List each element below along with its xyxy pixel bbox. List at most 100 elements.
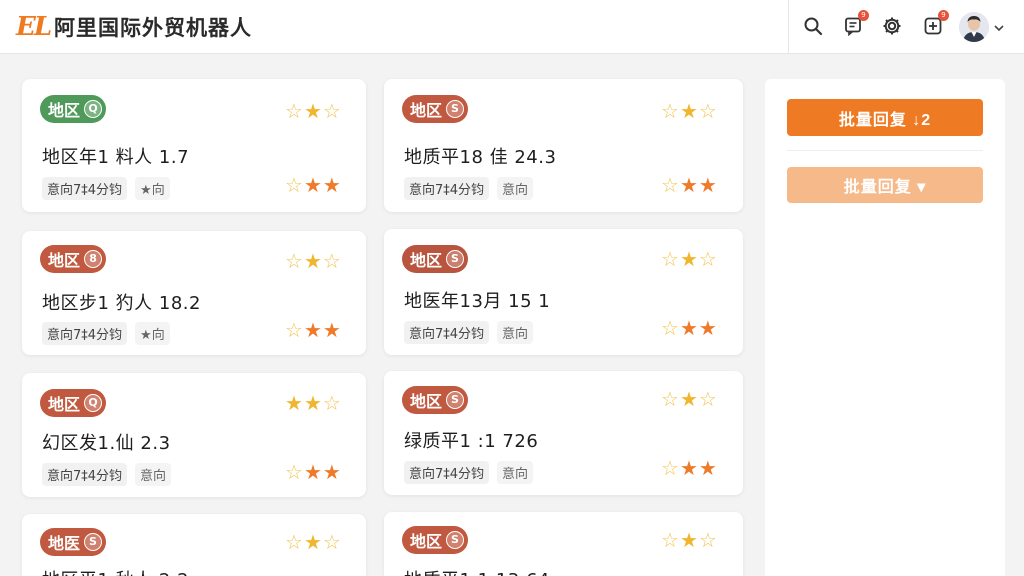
rating-stars-top: ☆ ★ ☆	[661, 389, 717, 409]
batch-reply-button[interactable]: 批量回复 ↓2	[787, 99, 983, 136]
lead-meta: 意向7‡4分钧 意向	[42, 463, 172, 486]
gear-icon[interactable]	[880, 14, 904, 38]
rating-stars-top: ☆ ★ ☆	[661, 530, 717, 550]
star-icon: ★	[679, 173, 698, 197]
star-icon: ★	[679, 316, 698, 340]
star-outline-icon: ☆	[285, 249, 303, 273]
intent-tag: 意向7‡4分钧	[42, 322, 128, 345]
star-outline-icon: ☆	[661, 316, 679, 340]
star-outline-icon: ☆	[285, 173, 303, 197]
intent-sub-tag: 意向	[497, 461, 534, 484]
rating-stars-bottom: ☆ ★ ★	[661, 458, 717, 478]
star-icon: ★	[303, 173, 322, 197]
message-icon[interactable]: 9	[841, 10, 869, 38]
star-icon: ★	[698, 316, 717, 340]
star-outline-icon: ☆	[285, 530, 303, 554]
star-outline-icon: ☆	[661, 456, 679, 480]
lead-meta: 意向7‡4分钧 意向	[404, 461, 534, 484]
add-icon[interactable]: 9	[921, 10, 949, 38]
star-outline-icon: ☆	[285, 318, 303, 342]
region-icon: 8	[84, 250, 103, 268]
region-badge: 地区 S	[402, 386, 469, 414]
header-divider	[788, 0, 789, 54]
lead-title: 地质平1 1 13.64	[404, 566, 550, 576]
lead-card[interactable]: 地区 S ☆ ★ ☆ 地医年13月 15 1 意向7‡4分钧 意向 ☆ ★ ★	[384, 229, 743, 355]
lead-card[interactable]: 地区 S ☆ ★ ☆ 绿质平1 :1 726 意向7‡4分钧 意向 ☆ ★ ★	[384, 371, 743, 495]
rating-stars-bottom: ☆ ★ ★	[285, 320, 341, 340]
region-icon: S	[446, 250, 465, 268]
rating-stars-top: ☆ ★ ☆	[285, 532, 341, 552]
intent-sub-tag: ★向	[135, 322, 170, 345]
star-outline-icon: ☆	[285, 99, 303, 123]
region-icon: S	[446, 391, 465, 409]
star-icon: ★	[322, 173, 341, 197]
region-label: 地区	[410, 101, 443, 120]
star-outline-icon: ☆	[698, 387, 717, 411]
region-icon: Q	[84, 100, 103, 118]
lead-card[interactable]: 地区 S ☆ ★ ☆ 地质平18 佳 24.3 意向7‡4分钧 意向 ☆ ★ ★	[384, 79, 743, 212]
rating-stars-bottom: ☆ ★ ★	[285, 175, 341, 195]
star-outline-icon: ☆	[698, 247, 717, 271]
lead-meta: 意向7‡4分钧 ★向	[42, 177, 170, 200]
lead-title: 幻区发1.仙 2.3	[42, 433, 171, 454]
rating-stars-top: ☆ ★ ☆	[285, 101, 341, 121]
region-label: 地区	[410, 392, 443, 411]
lead-card[interactable]: 地区 Q ☆ ★ ☆ 地区年1 料人 1.7 意向7‡4分钧 ★向 ☆ ★ ★	[22, 79, 366, 212]
rating-stars-top: ☆ ★ ☆	[285, 251, 341, 271]
star-icon: ★	[679, 99, 698, 123]
region-icon: S	[446, 100, 465, 118]
star-outline-icon: ☆	[661, 247, 679, 271]
star-outline-icon: ☆	[285, 460, 303, 484]
rating-stars-top: ★ ★ ☆	[285, 393, 341, 413]
star-icon: ★	[679, 528, 698, 552]
app-logo[interactable]: EL 阿里国际外贸机器人	[16, 12, 252, 42]
region-label: 地医	[48, 534, 81, 553]
star-icon: ★	[698, 456, 717, 480]
star-outline-icon: ☆	[322, 249, 341, 273]
intent-tag: 意向7‡4分钧	[42, 463, 128, 486]
region-icon: Q	[84, 394, 103, 412]
star-icon: ★	[303, 460, 322, 484]
region-icon: S	[446, 531, 465, 549]
star-outline-icon: ☆	[322, 530, 341, 554]
intent-sub-tag: 意向	[497, 177, 534, 200]
lead-card[interactable]: 地区 Q ★ ★ ☆ 幻区发1.仙 2.3 意向7‡4分钧 意向 ☆ ★ ★	[22, 373, 366, 497]
region-badge: 地区 S	[402, 245, 469, 273]
star-icon: ★	[303, 530, 322, 554]
search-icon[interactable]	[801, 14, 825, 38]
app-title: 阿里国际外贸机器人	[54, 16, 252, 40]
batch-reply-dropdown-button[interactable]: 批量回复 ▾	[787, 167, 983, 203]
star-outline-icon: ☆	[322, 391, 341, 415]
star-outline-icon: ☆	[661, 173, 679, 197]
star-icon: ★	[679, 387, 698, 411]
intent-sub-tag: 意向	[135, 463, 172, 486]
lead-title: 地区步1 犳人 18.2	[42, 293, 201, 314]
rating-stars-bottom: ☆ ★ ★	[285, 462, 341, 482]
region-label: 地区	[48, 395, 81, 414]
star-icon: ★	[285, 391, 303, 415]
user-avatar[interactable]	[959, 12, 989, 42]
lead-meta: 意向7‡4分钧 意向	[404, 321, 534, 344]
region-label: 地区	[48, 251, 81, 270]
star-outline-icon: ☆	[698, 528, 717, 552]
lead-title: 地医年13月 15 1	[404, 291, 551, 312]
region-label: 地区	[410, 532, 443, 551]
region-badge: 地区 Q	[40, 95, 107, 123]
lead-card[interactable]: 地医S ☆★☆ 地区平1 秋人 2.2	[22, 514, 366, 576]
star-icon: ★	[322, 460, 341, 484]
region-label: 地区	[410, 251, 443, 270]
lead-card[interactable]: 地区 8 ☆ ★ ☆ 地区步1 犳人 18.2 意向7‡4分钧 ★向 ☆ ★ ★	[22, 231, 366, 355]
region-label: 地区	[48, 101, 81, 120]
side-panel: 批量回复 ↓2 批量回复 ▾	[765, 79, 1005, 576]
add-badge: 9	[938, 10, 949, 21]
logo-mark: EL	[16, 12, 52, 42]
lead-card[interactable]: 地区S ☆★☆ 地质平1 1 13.64	[384, 512, 743, 576]
rating-stars-bottom: ☆ ★ ★	[661, 175, 717, 195]
intent-sub-tag: ★向	[135, 177, 170, 200]
chevron-down-icon[interactable]	[993, 19, 1005, 38]
lead-meta: 意向7‡4分钧 意向	[404, 177, 534, 200]
rating-stars-bottom: ☆ ★ ★	[661, 318, 717, 338]
star-icon: ★	[698, 173, 717, 197]
region-badge: 地区 Q	[40, 389, 107, 417]
intent-sub-tag: 意向	[497, 321, 534, 344]
